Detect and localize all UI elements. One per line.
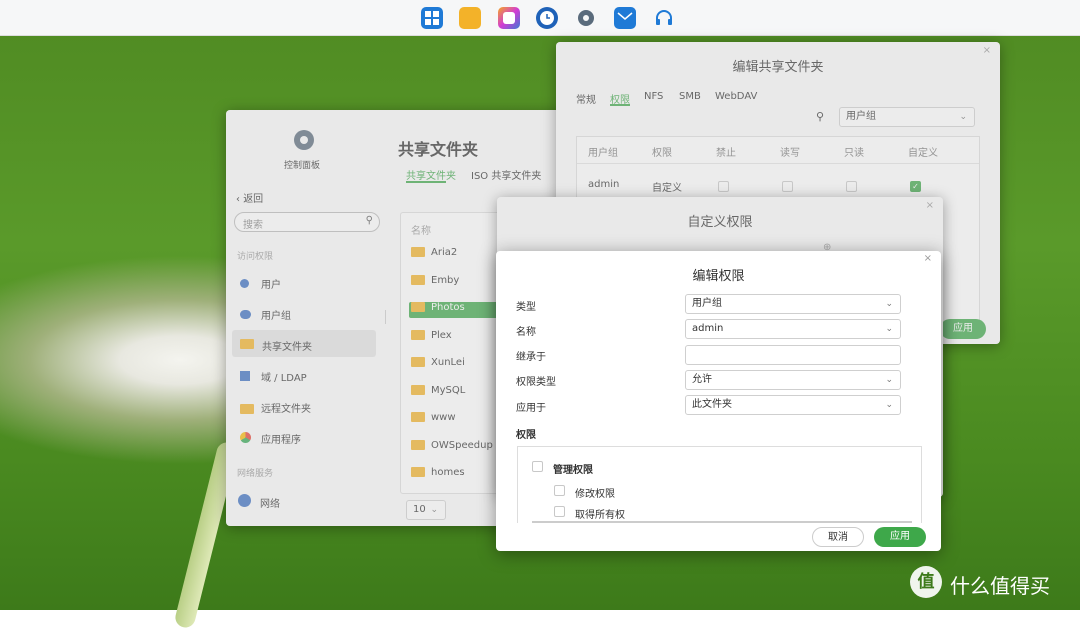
chevron-down-icon: ⌄ bbox=[885, 299, 893, 309]
edit-permission-dialog: 编辑权限 × 类型 用户组 ⌄ 名称 admin ⌄ 继承于 权限类型 允许 ⌄ 应用… bbox=[496, 251, 941, 551]
cancel-button[interactable]: 取消 bbox=[812, 527, 864, 547]
type-select[interactable]: 用户组 ⌄ bbox=[685, 294, 901, 314]
type-label: 类型 bbox=[516, 302, 536, 313]
mail-icon[interactable] bbox=[614, 7, 636, 29]
scrollbar[interactable] bbox=[532, 521, 912, 523]
name-select[interactable]: admin ⌄ bbox=[685, 319, 901, 339]
clock-icon[interactable] bbox=[536, 7, 558, 29]
settings-icon[interactable] bbox=[575, 7, 597, 29]
watermark-logo-icon: 值 bbox=[910, 566, 942, 598]
name-label: 名称 bbox=[516, 327, 536, 338]
perm-type-select[interactable]: 允许 ⌄ bbox=[685, 370, 901, 390]
chevron-down-icon: ⌄ bbox=[885, 324, 893, 334]
take-ownership-label: 取得所有权 bbox=[575, 510, 625, 521]
chevron-down-icon: ⌄ bbox=[885, 400, 893, 410]
watermark-text: 什么值得买 bbox=[950, 574, 1050, 598]
perm-section-title: 权限 bbox=[516, 430, 536, 441]
chevron-down-icon: ⌄ bbox=[885, 375, 893, 385]
headset-icon[interactable] bbox=[653, 7, 675, 29]
permission-tree: 管理权限 修改权限 取得所有权 bbox=[517, 446, 922, 523]
apply-to-select[interactable]: 此文件夹 ⌄ bbox=[685, 395, 901, 415]
modify-perm-label: 修改权限 bbox=[575, 489, 615, 500]
inherit-field[interactable] bbox=[685, 345, 901, 365]
edit-perm-title: 编辑权限 bbox=[692, 269, 745, 284]
apply-button[interactable]: 应用 bbox=[874, 527, 926, 547]
inherit-label: 继承于 bbox=[516, 352, 546, 363]
modify-perm-checkbox[interactable] bbox=[554, 485, 565, 496]
app-center-icon[interactable] bbox=[498, 7, 520, 29]
manage-perm-checkbox[interactable] bbox=[532, 461, 543, 472]
manage-perm-label: 管理权限 bbox=[553, 465, 593, 476]
taskbar bbox=[0, 0, 1080, 36]
take-ownership-checkbox[interactable] bbox=[554, 506, 565, 517]
folder-icon[interactable] bbox=[459, 7, 481, 29]
apply-to-label: 应用于 bbox=[516, 403, 546, 414]
close-icon[interactable]: × bbox=[924, 253, 932, 264]
start-icon[interactable] bbox=[421, 7, 443, 29]
perm-type-label: 权限类型 bbox=[516, 377, 556, 388]
